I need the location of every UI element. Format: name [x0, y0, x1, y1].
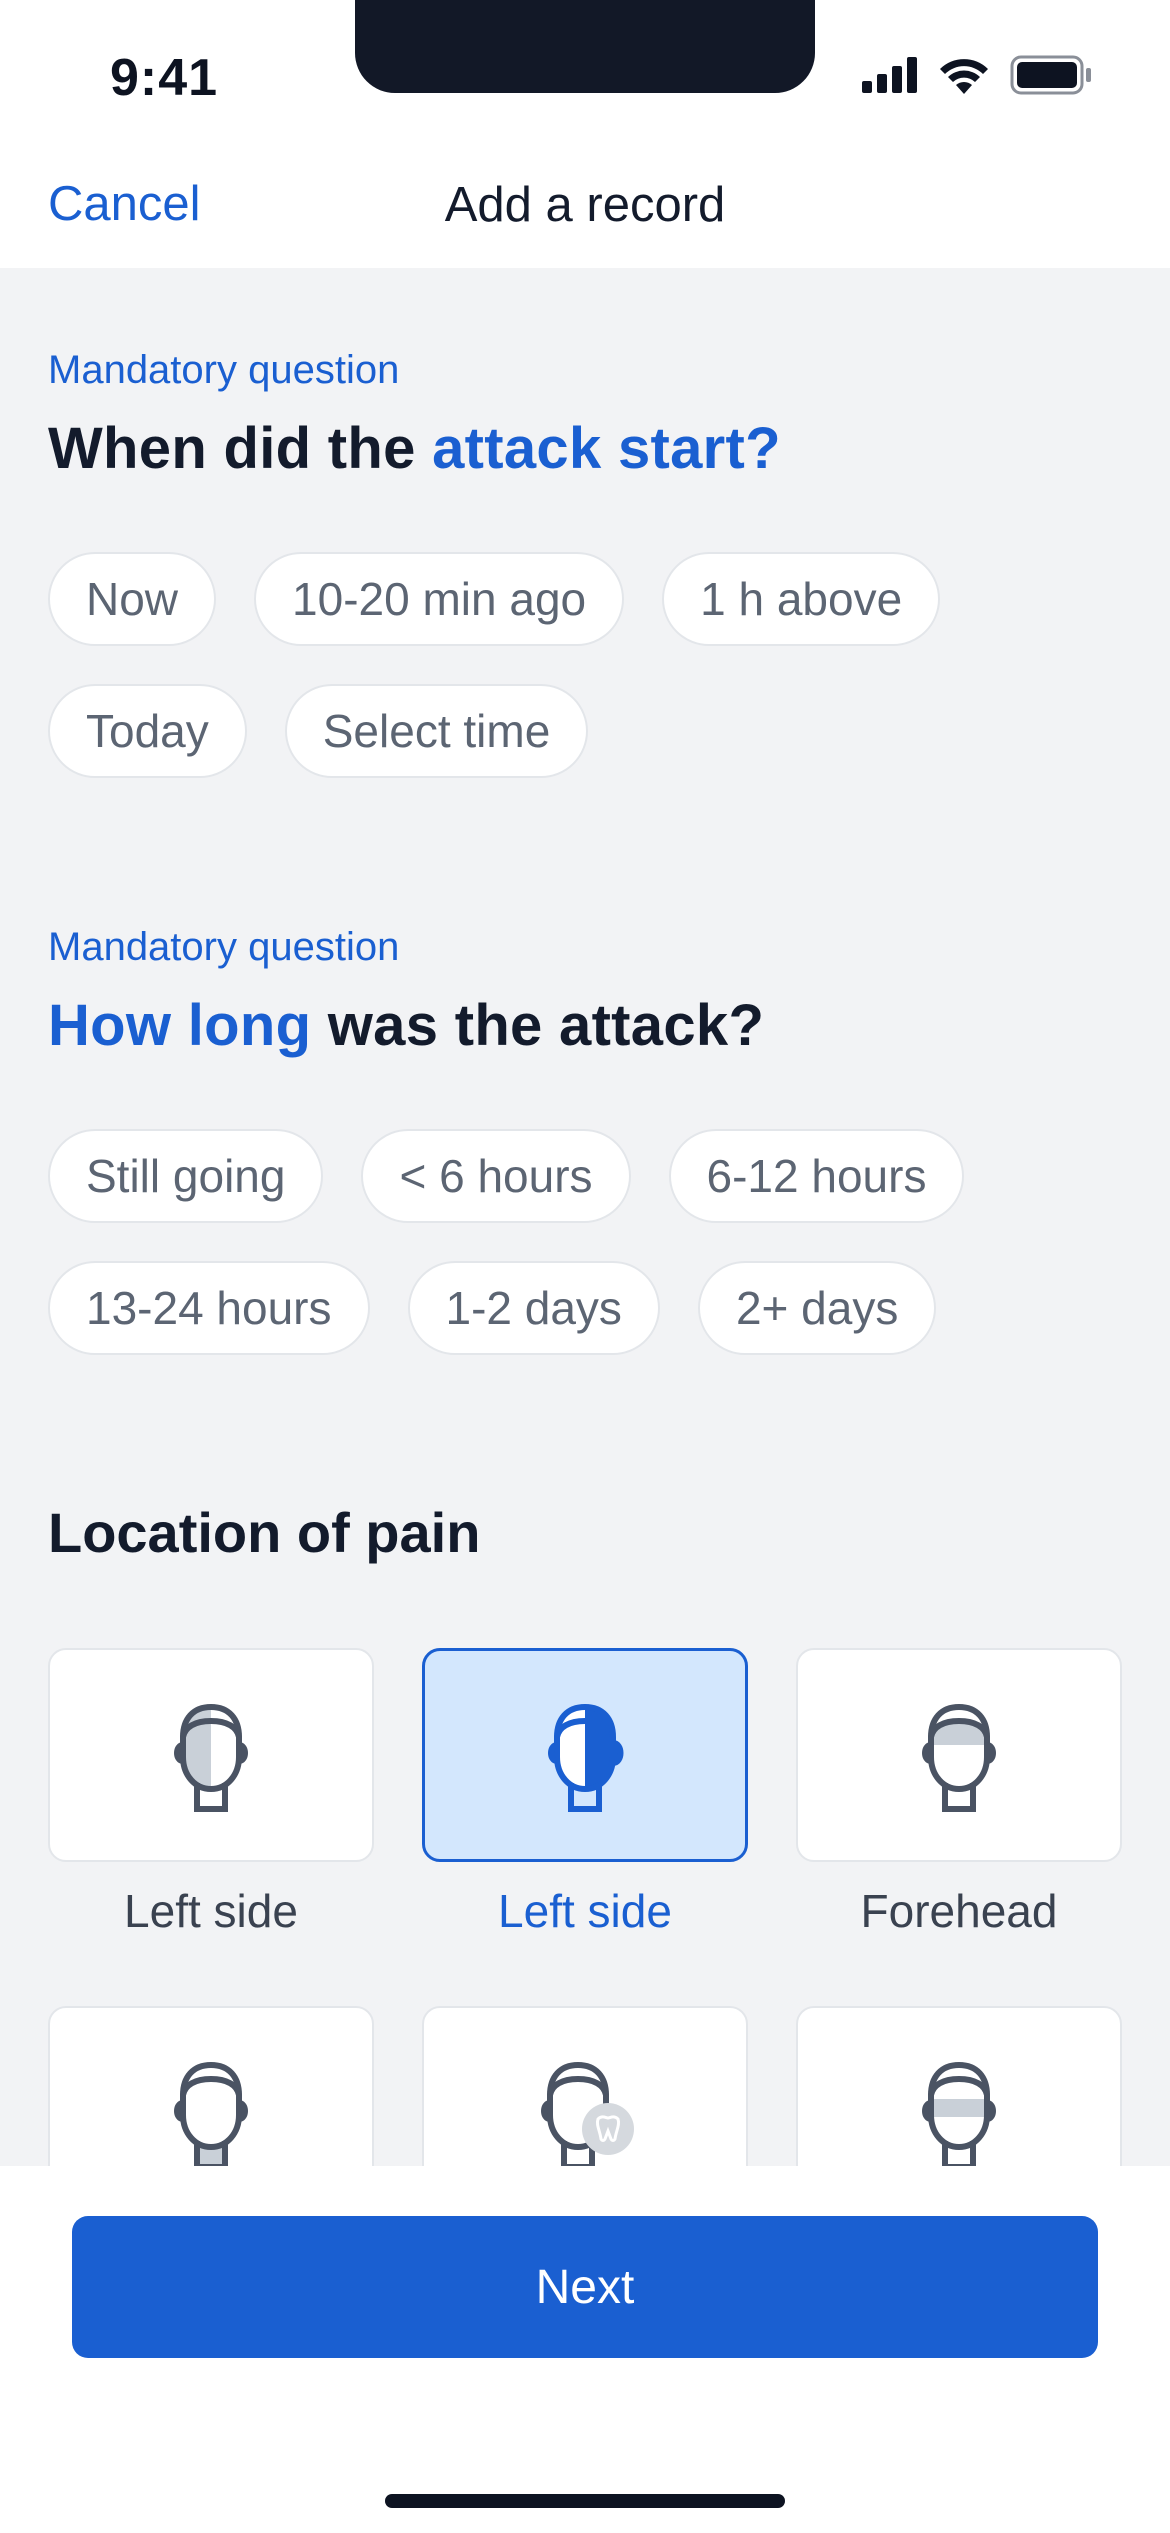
battery-icon [1010, 55, 1091, 95]
page-title: Add a record [444, 178, 726, 232]
option-chip[interactable]: 13-24 hours [48, 1261, 370, 1355]
navigation-bar: Cancel Add a record [0, 150, 1170, 268]
notch [355, 0, 815, 93]
status-icons [862, 55, 1092, 95]
location-label: Forehead [860, 1885, 1058, 1937]
option-chip[interactable]: 2+ days [697, 1261, 937, 1355]
section-title: Location of pain [48, 1501, 481, 1564]
option-chip[interactable]: 1-2 days [407, 1261, 660, 1355]
duration-options: Still going < 6 hours 6-12 hours 13-24 h… [48, 1129, 1128, 1355]
head-tooth-icon [541, 2061, 634, 2170]
option-chip[interactable]: 10-20 min ago [254, 552, 625, 646]
question-title: When did the attack start? [48, 415, 1128, 482]
location-label: Left side [124, 1885, 298, 1937]
location-option-left-side[interactable]: Left side [48, 1648, 374, 1938]
location-label: Left side [498, 1885, 672, 1937]
head-left-side-icon [548, 1703, 624, 1812]
cellular-signal-icon [862, 57, 917, 93]
location-card[interactable] [796, 1648, 1122, 1862]
question-attack-start: Mandatory question When did the attack s… [48, 348, 1128, 778]
status-bar: 9:41 [0, 0, 1170, 150]
option-chip[interactable]: Select time [284, 684, 589, 778]
bottom-bar: Next [0, 2166, 1170, 2533]
question-highlight: How long [48, 993, 312, 1058]
location-card[interactable] [48, 1648, 374, 1862]
option-chip[interactable]: Today [48, 684, 247, 778]
option-chip[interactable]: 1 h above [662, 552, 941, 646]
wifi-icon [940, 59, 988, 94]
mandatory-label: Mandatory question [48, 925, 400, 969]
status-time: 9:41 [110, 49, 219, 107]
head-neck-icon [174, 2061, 248, 2170]
option-chip[interactable]: < 6 hours [361, 1129, 631, 1223]
location-grid: Left side Left side Forehead [48, 1648, 1122, 2220]
question-title: How long was the attack? [48, 992, 1128, 1059]
head-left-side-icon [174, 1703, 248, 1812]
location-section: Location of pain [48, 1500, 1128, 1565]
start-time-options: Now 10-20 min ago 1 h above Today Select… [48, 552, 1128, 778]
option-chip[interactable]: Still going [48, 1129, 324, 1223]
location-card-selected[interactable] [422, 1648, 748, 1862]
head-forehead-icon [922, 1703, 996, 1812]
question-highlight: attack start? [432, 416, 781, 481]
question-text: When did the [48, 416, 433, 481]
location-option-left-side-selected[interactable]: Left side [422, 1648, 748, 1938]
head-eyes-icon [922, 2061, 996, 2170]
location-option-forehead[interactable]: Forehead [796, 1648, 1122, 1938]
mandatory-label: Mandatory question [48, 348, 400, 392]
next-button[interactable]: Next [72, 2216, 1098, 2358]
question-text: was the attack? [311, 993, 765, 1058]
option-chip[interactable]: Now [48, 552, 217, 646]
question-attack-duration: Mandatory question How long was the atta… [48, 925, 1128, 1355]
home-indicator [385, 2494, 785, 2508]
option-chip[interactable]: 6-12 hours [668, 1129, 965, 1223]
